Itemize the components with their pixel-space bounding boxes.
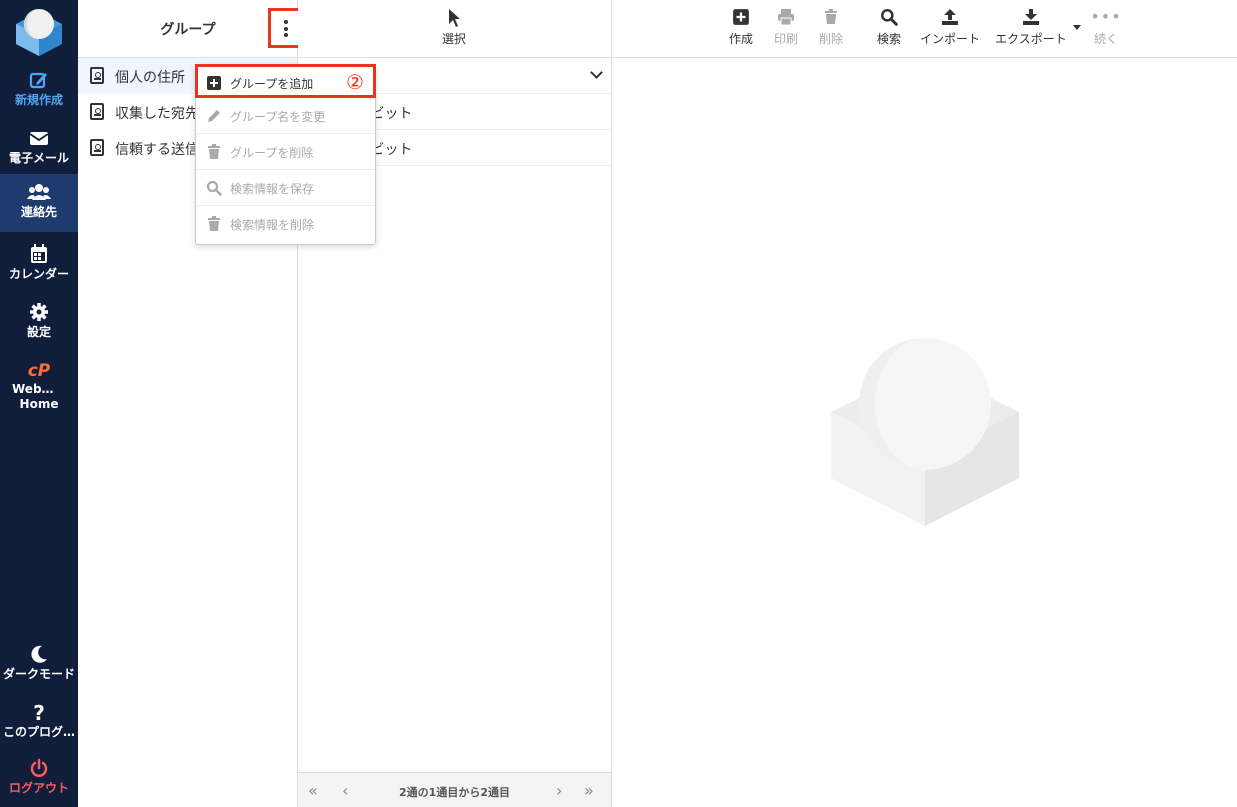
menu-item-label: グループ名を変更 bbox=[230, 110, 326, 124]
menu-item-label: グループを追加 bbox=[230, 77, 314, 91]
contacts-toolbar: 作成 印刷 削除 検索 インポート エクスポート ••• 続く bbox=[612, 0, 1237, 58]
last-page-icon[interactable]: » bbox=[584, 781, 594, 800]
cpanel-icon: cP bbox=[27, 361, 51, 381]
groups-options-menu: グループを追加 ② グループ名を変更 グループを削除 検索情報を保存 検索情報を… bbox=[195, 64, 376, 245]
nav-contacts[interactable]: 連絡先 bbox=[0, 174, 78, 232]
export-button[interactable]: エクスポート bbox=[993, 8, 1069, 47]
menu-item-label: グループを削除 bbox=[230, 146, 314, 160]
download-icon bbox=[993, 8, 1069, 30]
menu-rename-group[interactable]: グループ名を変更 bbox=[196, 98, 375, 134]
menu-delete-group[interactable]: グループを削除 bbox=[196, 134, 375, 170]
nav-compose[interactable]: 新規作成 bbox=[0, 62, 78, 120]
calendar-icon bbox=[0, 244, 78, 266]
group-item-label: 収集した宛先 bbox=[115, 106, 199, 122]
ellipsis-icon: ••• bbox=[1090, 7, 1122, 26]
pencil-icon bbox=[206, 108, 222, 124]
list-toolbar: 選択 bbox=[298, 0, 611, 58]
moon-icon bbox=[0, 644, 78, 666]
envelope-icon bbox=[0, 128, 78, 150]
nav-calendar[interactable]: カレンダー bbox=[0, 236, 78, 294]
menu-add-group[interactable]: グループを追加 ② bbox=[195, 64, 376, 98]
nav-mail[interactable]: 電子メール bbox=[0, 120, 78, 178]
contact-detail-panel: 作成 印刷 削除 検索 インポート エクスポート ••• 続く bbox=[612, 0, 1237, 807]
nav-settings[interactable]: 設定 bbox=[0, 294, 78, 352]
gear-icon bbox=[0, 302, 78, 324]
trash-icon bbox=[813, 8, 849, 30]
roundcube-watermark-icon bbox=[831, 338, 1019, 526]
print-label: 印刷 bbox=[773, 32, 798, 46]
group-item-label: 個人の住所 bbox=[115, 70, 185, 86]
groups-menu-button[interactable] bbox=[268, 8, 302, 48]
nav-dark-mode[interactable]: ダークモード bbox=[0, 636, 78, 694]
nav-logout-label: ログアウト bbox=[8, 781, 69, 795]
delete-button[interactable]: 削除 bbox=[813, 8, 849, 47]
nav-settings-label: 設定 bbox=[26, 325, 51, 339]
question-icon: ? bbox=[33, 701, 45, 725]
menu-item-label: 検索情報を削除 bbox=[230, 218, 315, 232]
menu-save-search[interactable]: 検索情報を保存 bbox=[196, 170, 375, 206]
nav-contacts-label: 連絡先 bbox=[20, 205, 57, 219]
search-label: 検索 bbox=[876, 32, 901, 46]
search-button[interactable]: 検索 bbox=[871, 8, 907, 47]
compose-icon bbox=[0, 70, 78, 92]
next-page-icon[interactable]: › bbox=[556, 781, 562, 800]
select-label: 選択 bbox=[441, 32, 466, 46]
search-icon bbox=[206, 180, 222, 196]
pagination-text: 2通の1通目から2通目 bbox=[399, 786, 510, 799]
more-label: 続く bbox=[1093, 32, 1118, 46]
step-marker-2: ② bbox=[346, 70, 364, 94]
power-icon bbox=[0, 758, 78, 780]
print-button[interactable]: 印刷 bbox=[768, 8, 804, 47]
upload-icon bbox=[917, 8, 983, 30]
export-label: エクスポート bbox=[995, 32, 1067, 46]
select-button[interactable]: 選択 bbox=[428, 8, 480, 47]
nav-about[interactable]: ? このプログ… bbox=[0, 694, 78, 752]
import-button[interactable]: インポート bbox=[917, 8, 983, 47]
pointer-icon bbox=[428, 8, 480, 30]
more-button[interactable]: ••• 続く bbox=[1088, 8, 1124, 47]
plus-square-icon bbox=[723, 8, 759, 30]
search-icon bbox=[871, 8, 907, 30]
nav-compose-label: 新規作成 bbox=[14, 93, 63, 107]
menu-item-label: 検索情報を保存 bbox=[230, 182, 315, 196]
address-book-icon bbox=[90, 67, 104, 84]
groups-header: グループ ① bbox=[78, 0, 324, 58]
main-navigation: 新規作成 電子メール 連絡先 カレンダー 設定 cP Webmail Home … bbox=[0, 0, 78, 807]
users-icon bbox=[0, 182, 78, 204]
nav-dark-mode-label: ダークモード bbox=[2, 667, 75, 681]
nav-calendar-label: カレンダー bbox=[8, 267, 69, 281]
create-label: 作成 bbox=[728, 32, 753, 46]
address-book-icon bbox=[90, 139, 104, 156]
menu-delete-search[interactable]: 検索情報を削除 bbox=[196, 206, 375, 242]
nav-mail-label: 電子メール bbox=[8, 151, 69, 165]
nav-webmail-home-label: Webmail Home bbox=[12, 382, 68, 411]
trash-icon bbox=[206, 216, 222, 232]
printer-icon bbox=[768, 8, 804, 30]
nav-webmail-home[interactable]: cP Webmail Home bbox=[0, 352, 78, 414]
trash-icon bbox=[206, 144, 222, 160]
import-label: インポート bbox=[919, 32, 980, 46]
kebab-menu-icon bbox=[284, 20, 288, 37]
export-dropdown-icon[interactable] bbox=[1073, 25, 1081, 30]
chevron-down-icon[interactable] bbox=[590, 66, 603, 79]
nav-logout[interactable]: ログアウト bbox=[0, 750, 78, 807]
roundcube-logo[interactable] bbox=[12, 4, 66, 58]
nav-about-label: このプログ… bbox=[2, 725, 75, 739]
pagination-bar: « ‹ 2通の1通目から2通目 › » bbox=[298, 772, 611, 807]
delete-label: 削除 bbox=[818, 32, 843, 46]
create-button[interactable]: 作成 bbox=[723, 8, 759, 47]
plus-square-icon bbox=[206, 75, 222, 91]
address-book-icon bbox=[90, 103, 104, 120]
groups-title: グループ bbox=[160, 22, 216, 38]
